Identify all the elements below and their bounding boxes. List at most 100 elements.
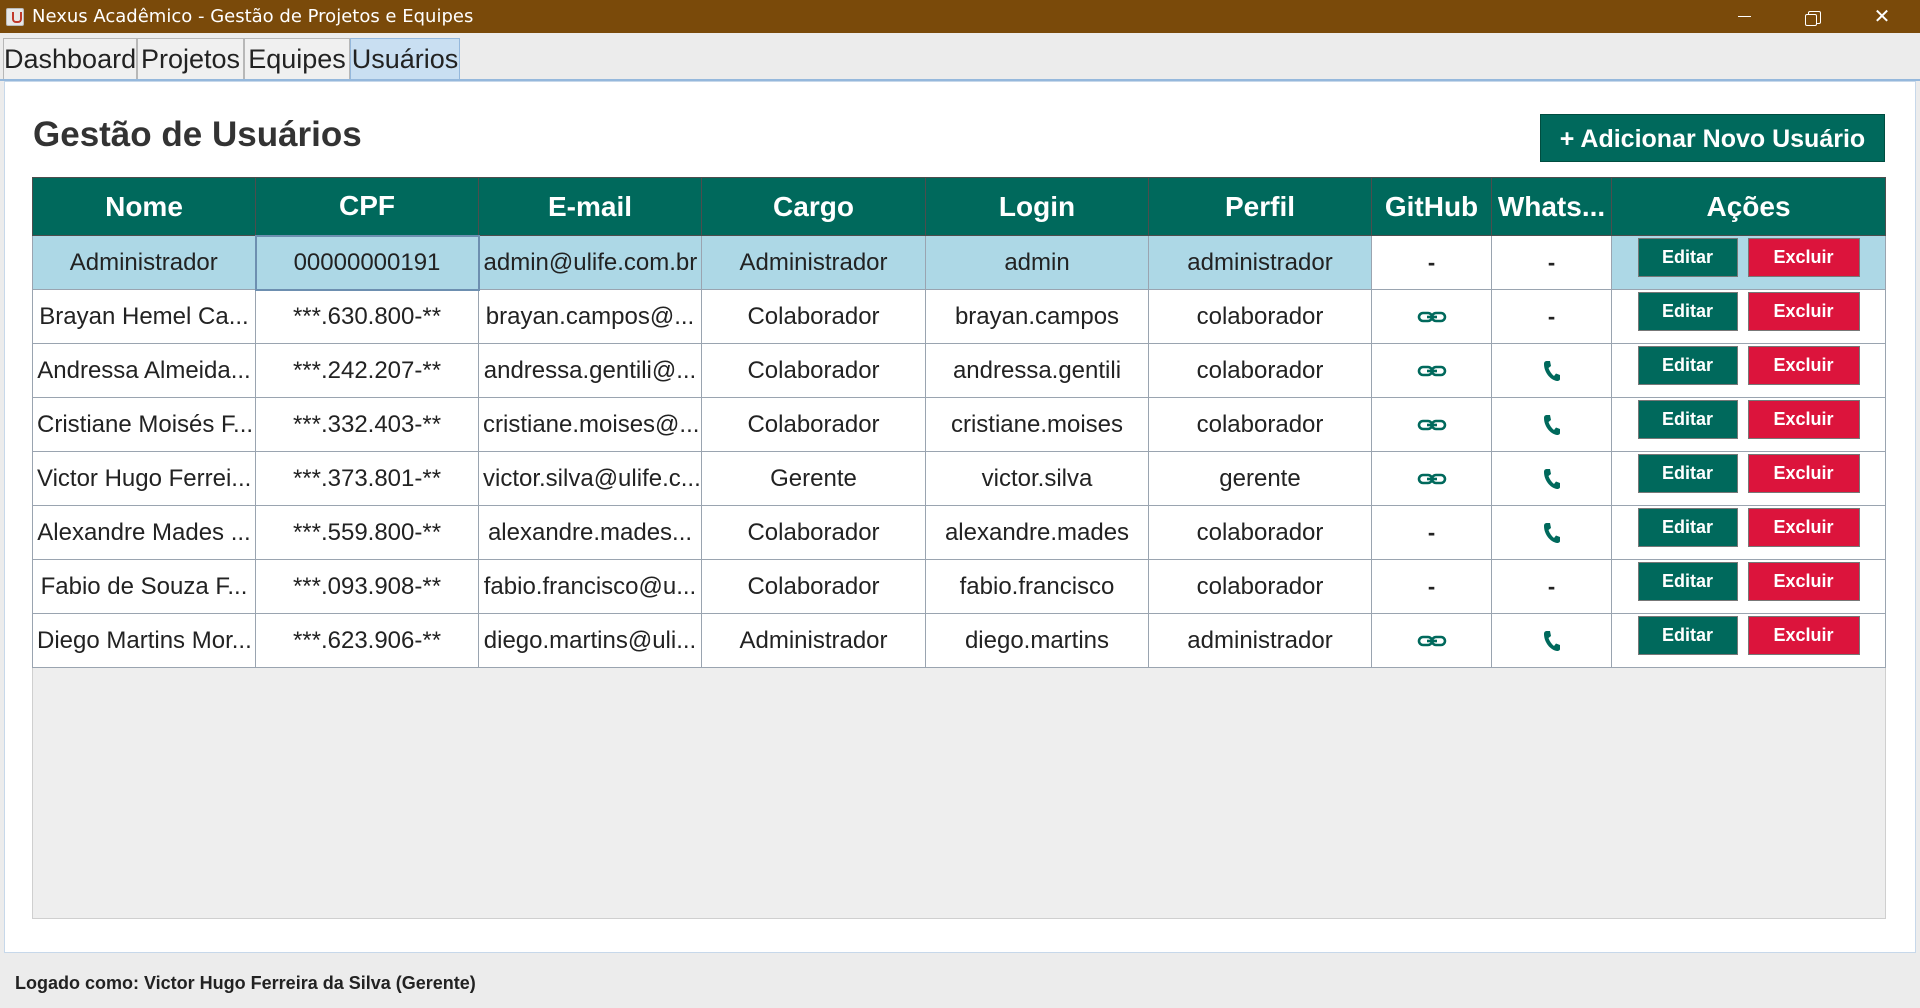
cell-cargo[interactable]: Gerente (701, 451, 926, 506)
cell-email[interactable]: diego.martins@uli... (478, 613, 702, 668)
delete-button[interactable]: Excluir (1747, 400, 1860, 439)
cell-cpf[interactable]: ***.332.403-** (255, 397, 479, 452)
cell-perfil[interactable]: colaborador (1148, 397, 1372, 452)
tab-usuarios[interactable]: Usuários (350, 38, 460, 80)
cell-nome[interactable]: Fabio de Souza F... (32, 559, 256, 614)
cell-login[interactable]: diego.martins (925, 613, 1149, 668)
cell-whatsapp[interactable] (1491, 451, 1612, 506)
delete-button[interactable]: Excluir (1747, 238, 1860, 277)
cell-github[interactable] (1371, 289, 1492, 344)
cell-cargo[interactable]: Administrador (701, 613, 926, 668)
phone-icon[interactable] (1543, 414, 1561, 436)
phone-icon[interactable] (1543, 522, 1561, 544)
cell-email[interactable]: andressa.gentili@... (478, 343, 702, 398)
cell-cargo[interactable]: Colaborador (701, 343, 926, 398)
cell-perfil[interactable]: colaborador (1148, 559, 1372, 614)
cell-whatsapp[interactable] (1491, 397, 1612, 452)
cell-cpf[interactable]: ***.559.800-** (255, 505, 479, 560)
edit-button[interactable]: Editar (1637, 508, 1738, 547)
cell-whatsapp[interactable] (1491, 505, 1612, 560)
cell-github[interactable] (1371, 343, 1492, 398)
cell-github[interactable] (1371, 397, 1492, 452)
cell-cpf[interactable]: 00000000191 (254, 234, 480, 291)
edit-button[interactable]: Editar (1637, 454, 1738, 493)
header-cpf[interactable]: CPF (255, 177, 479, 236)
cell-login[interactable]: admin (925, 235, 1149, 290)
cell-cargo[interactable]: Colaborador (701, 505, 926, 560)
edit-button[interactable]: Editar (1637, 292, 1738, 331)
cell-cargo[interactable]: Colaborador (701, 559, 926, 614)
cell-cargo[interactable]: Administrador (701, 235, 926, 290)
cell-github[interactable]: - (1371, 505, 1492, 560)
cell-login[interactable]: andressa.gentili (925, 343, 1149, 398)
phone-icon[interactable] (1543, 360, 1561, 382)
header-github[interactable]: GitHub (1371, 177, 1492, 236)
cell-cpf[interactable]: ***.623.906-** (255, 613, 479, 668)
cell-email[interactable]: victor.silva@ulife.c... (478, 451, 702, 506)
cell-perfil[interactable]: administrador (1148, 613, 1372, 668)
cell-cargo[interactable]: Colaborador (701, 289, 926, 344)
cell-cpf[interactable]: ***.242.207-** (255, 343, 479, 398)
delete-button[interactable]: Excluir (1747, 292, 1860, 331)
cell-cpf[interactable]: ***.093.908-** (255, 559, 479, 614)
table-row[interactable]: Victor Hugo Ferrei... ***.373.801-** victo… (32, 451, 1886, 506)
close-icon[interactable]: ✕ (1852, 0, 1912, 33)
phone-icon[interactable] (1543, 630, 1561, 652)
cell-whatsapp[interactable]: - (1491, 289, 1612, 344)
link-icon[interactable] (1417, 417, 1447, 433)
phone-icon[interactable] (1543, 468, 1561, 490)
tab-dashboard[interactable]: Dashboard (3, 38, 137, 80)
delete-button[interactable]: Excluir (1747, 616, 1860, 655)
link-icon[interactable] (1417, 309, 1447, 325)
cell-github[interactable] (1371, 613, 1492, 668)
delete-button[interactable]: Excluir (1747, 454, 1860, 493)
header-login[interactable]: Login (925, 177, 1149, 236)
cell-nome[interactable]: Victor Hugo Ferrei... (32, 451, 256, 506)
tab-projetos[interactable]: Projetos (137, 38, 244, 80)
header-email[interactable]: E-mail (478, 177, 702, 236)
cell-nome[interactable]: Cristiane Moisés F... (32, 397, 256, 452)
cell-nome[interactable]: Administrador (32, 235, 256, 290)
restore-icon[interactable] (1781, 0, 1841, 33)
cell-login[interactable]: victor.silva (925, 451, 1149, 506)
header-cargo[interactable]: Cargo (701, 177, 926, 236)
table-row[interactable]: Cristiane Moisés F... ***.332.403-** crist… (32, 397, 1886, 452)
table-row[interactable]: Andressa Almeida... ***.242.207-** andress… (32, 343, 1886, 398)
table-row[interactable]: Fabio de Souza F... ***.093.908-** fabio.f… (32, 559, 1886, 614)
cell-email[interactable]: alexandre.mades... (478, 505, 702, 560)
cell-github[interactable]: - (1371, 235, 1492, 290)
cell-nome[interactable]: Andressa Almeida... (32, 343, 256, 398)
cell-github[interactable]: - (1371, 559, 1492, 614)
cell-perfil[interactable]: administrador (1148, 235, 1372, 290)
edit-button[interactable]: Editar (1637, 346, 1738, 385)
cell-whatsapp[interactable] (1491, 613, 1612, 668)
table-row[interactable]: Administrador 00000000191 admin@ulife.com.… (32, 234, 1886, 291)
cell-cpf[interactable]: ***.630.800-** (255, 289, 479, 344)
edit-button[interactable]: Editar (1637, 238, 1738, 277)
cell-perfil[interactable]: colaborador (1148, 343, 1372, 398)
link-icon[interactable] (1417, 471, 1447, 487)
cell-whatsapp[interactable]: - (1491, 559, 1612, 614)
add-user-button[interactable]: + Adicionar Novo Usuário (1540, 114, 1885, 162)
cell-email[interactable]: brayan.campos@... (478, 289, 702, 344)
edit-button[interactable]: Editar (1637, 562, 1738, 601)
tab-equipes[interactable]: Equipes (244, 38, 350, 80)
header-nome[interactable]: Nome (32, 177, 256, 236)
cell-cargo[interactable]: Colaborador (701, 397, 926, 452)
cell-whatsapp[interactable] (1491, 343, 1612, 398)
edit-button[interactable]: Editar (1637, 400, 1738, 439)
cell-github[interactable] (1371, 451, 1492, 506)
cell-login[interactable]: cristiane.moises (925, 397, 1149, 452)
header-whatsapp[interactable]: Whats... (1491, 177, 1612, 236)
cell-nome[interactable]: Brayan Hemel Ca... (32, 289, 256, 344)
delete-button[interactable]: Excluir (1747, 346, 1860, 385)
delete-button[interactable]: Excluir (1747, 562, 1860, 601)
cell-whatsapp[interactable]: - (1491, 235, 1612, 290)
cell-perfil[interactable]: gerente (1148, 451, 1372, 506)
cell-nome[interactable]: Diego Martins Mor... (32, 613, 256, 668)
edit-button[interactable]: Editar (1637, 616, 1738, 655)
cell-login[interactable]: fabio.francisco (925, 559, 1149, 614)
delete-button[interactable]: Excluir (1747, 508, 1860, 547)
header-acoes[interactable]: Ações (1611, 177, 1886, 236)
minimize-icon[interactable] (1714, 0, 1774, 33)
